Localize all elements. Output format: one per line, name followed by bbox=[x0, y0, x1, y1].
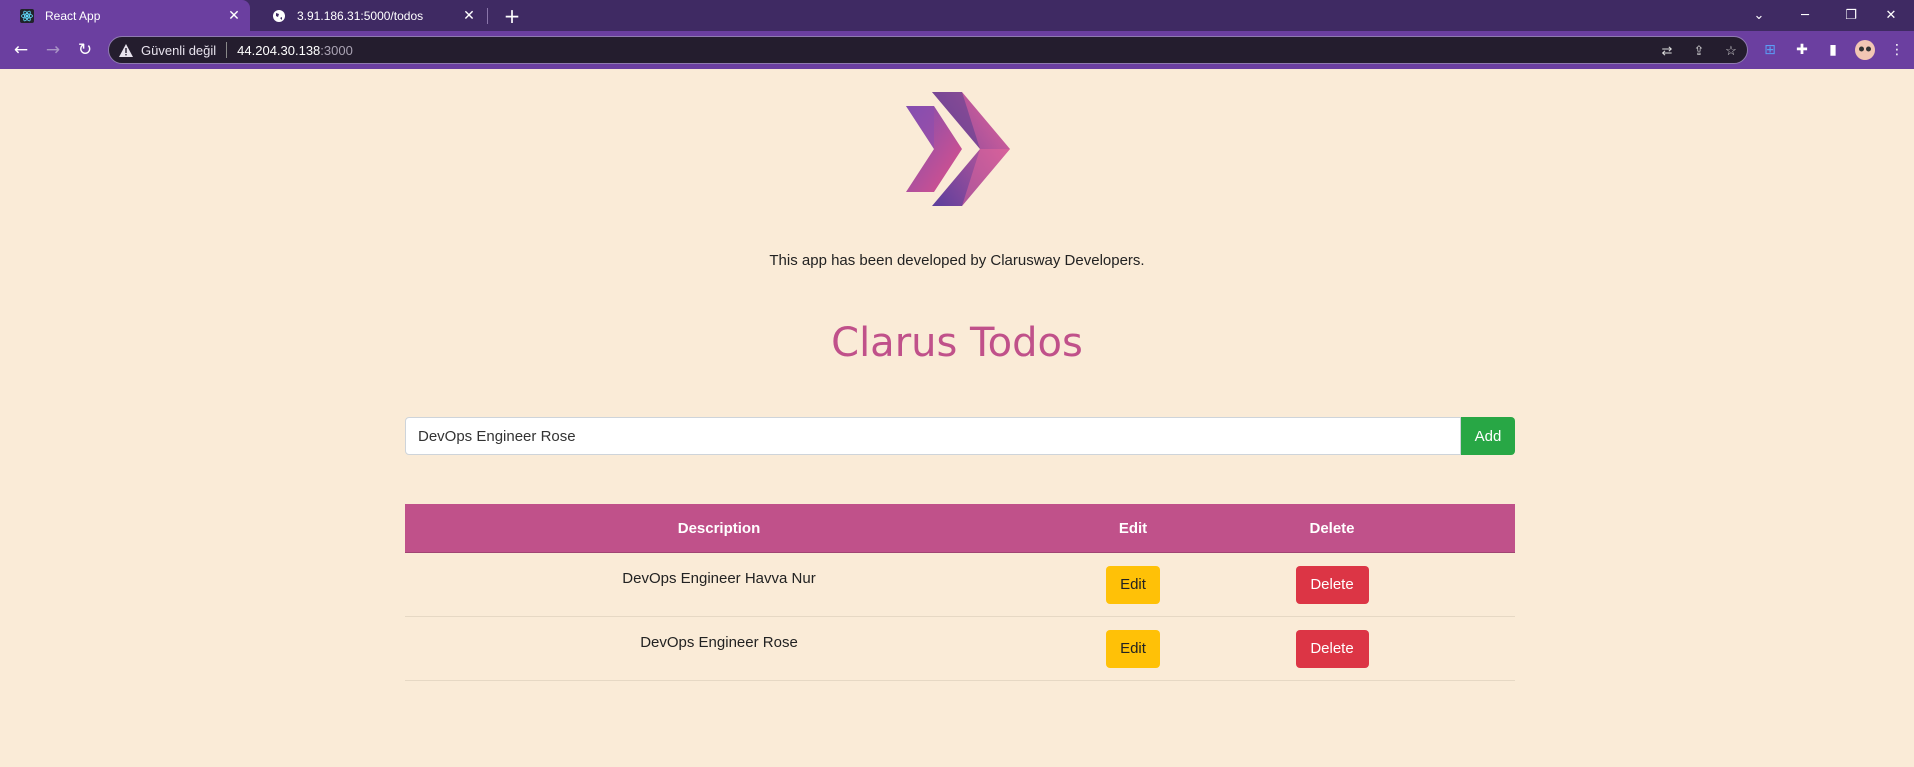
globe-icon bbox=[271, 8, 287, 24]
tab-search-icon[interactable]: ⌄ bbox=[1736, 0, 1782, 31]
edit-button[interactable]: Edit bbox=[1106, 629, 1160, 668]
todo-table: Description Edit Delete DevOps Engineer … bbox=[405, 504, 1515, 681]
profile-avatar-icon[interactable] bbox=[1855, 40, 1875, 60]
header-description: Description bbox=[677, 519, 761, 537]
delete-cell: Delete bbox=[1233, 629, 1515, 668]
minimize-button[interactable]: ─ bbox=[1782, 0, 1828, 31]
reload-icon[interactable]: ↻ bbox=[73, 38, 97, 62]
tab-title: React App bbox=[45, 8, 101, 23]
page-title: Clarus Todos bbox=[831, 320, 1083, 366]
delete-button[interactable]: Delete bbox=[1295, 629, 1369, 668]
close-window-button[interactable]: ✕ bbox=[1868, 0, 1914, 31]
add-button[interactable]: Add bbox=[1461, 417, 1515, 455]
warning-icon[interactable] bbox=[119, 43, 135, 57]
new-tab-button[interactable]: + bbox=[500, 4, 524, 28]
todo-description: DevOps Engineer Havva Nur bbox=[622, 570, 816, 587]
security-label[interactable]: Güvenli değil bbox=[141, 43, 216, 58]
translate-extension-icon[interactable]: ⊞ bbox=[1760, 40, 1780, 60]
clarusway-logo bbox=[906, 92, 1010, 206]
delete-cell: Delete bbox=[1233, 565, 1515, 604]
todo-description: DevOps Engineer Rose bbox=[640, 634, 798, 651]
close-icon[interactable]: ✕ bbox=[461, 7, 477, 24]
share-icon[interactable]: ⇪ bbox=[1689, 41, 1709, 61]
header-edit: Edit bbox=[1118, 519, 1148, 537]
tab-todos-api[interactable]: 3.91.186.31:5000/todos ✕ bbox=[252, 0, 485, 31]
url-port: :3000 bbox=[320, 42, 353, 58]
edit-cell: Edit bbox=[1033, 565, 1233, 604]
side-panel-icon[interactable]: ▮ bbox=[1823, 40, 1843, 60]
developer-tagline: This app has been developed by Clarusway… bbox=[769, 252, 1145, 269]
url-host: 44.204.30.138 bbox=[237, 42, 321, 58]
close-icon[interactable]: ✕ bbox=[226, 7, 242, 24]
tab-strip: React App ✕ 3.91.186.31:5000/todos ✕ + ⌄… bbox=[0, 0, 1914, 31]
edit-cell: Edit bbox=[1033, 629, 1233, 668]
address-divider bbox=[226, 42, 228, 58]
edit-button[interactable]: Edit bbox=[1106, 565, 1160, 604]
table-header: Description Edit Delete bbox=[405, 504, 1515, 553]
tab-react-app[interactable]: React App ✕ bbox=[0, 0, 250, 31]
tab-title: 3.91.186.31:5000/todos bbox=[297, 8, 424, 23]
react-icon bbox=[19, 8, 35, 24]
table-row: DevOps Engineer Havva Nur Edit Delete bbox=[405, 553, 1515, 617]
extensions-icon[interactable]: ✚ bbox=[1792, 40, 1812, 60]
menu-kebab-icon[interactable]: ⋮ bbox=[1887, 40, 1907, 60]
todo-input[interactable] bbox=[405, 417, 1461, 455]
back-icon[interactable]: ← bbox=[9, 38, 33, 62]
table-row: DevOps Engineer Rose Edit Delete bbox=[405, 617, 1515, 681]
forward-icon[interactable]: → bbox=[41, 38, 65, 62]
translate-icon[interactable]: ⇄ bbox=[1657, 41, 1677, 61]
address-bar[interactable]: Güvenli değil 44.204.30.138:3000 ⇄ ⇪ ☆ bbox=[108, 36, 1748, 64]
delete-button[interactable]: Delete bbox=[1295, 565, 1369, 604]
header-delete: Delete bbox=[1309, 519, 1355, 537]
tab-divider bbox=[487, 8, 488, 24]
bookmark-star-icon[interactable]: ☆ bbox=[1721, 41, 1741, 61]
